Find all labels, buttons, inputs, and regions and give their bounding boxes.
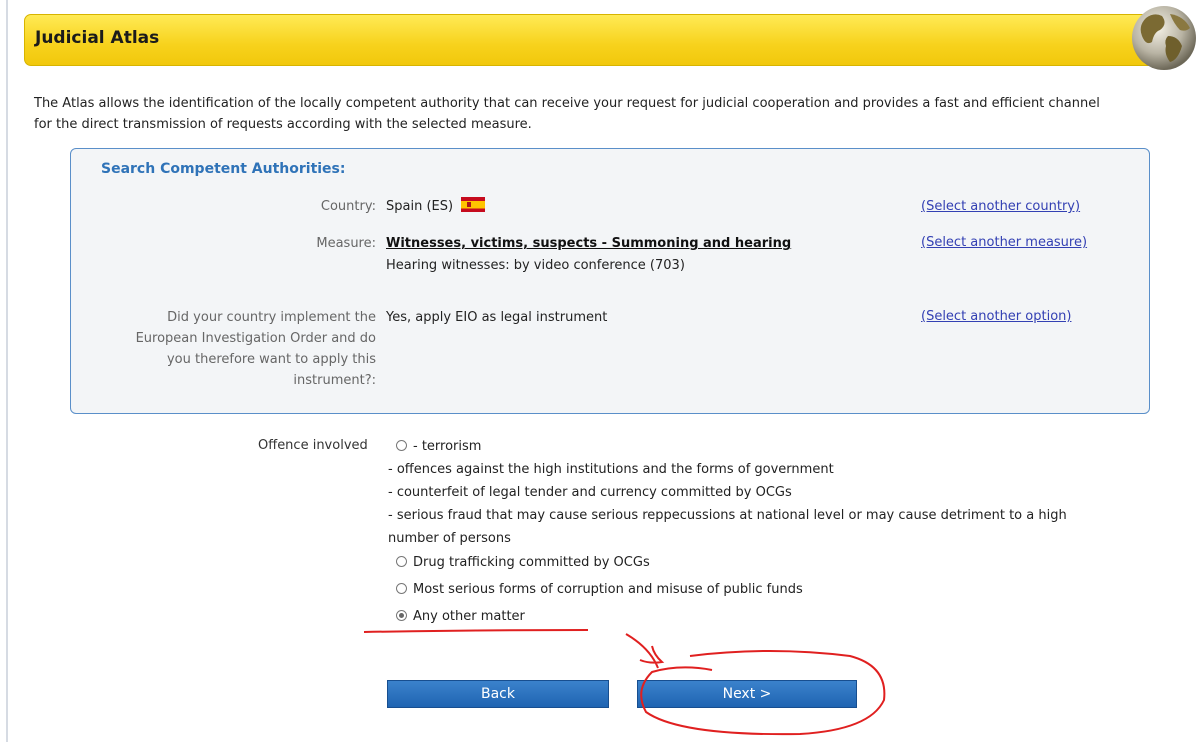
- offence-option-line: - serious fraud that may cause serious r…: [388, 508, 1067, 523]
- left-border: [6, 0, 8, 742]
- page-title: Judicial Atlas: [35, 28, 160, 48]
- globe-icon: [1132, 6, 1196, 70]
- select-measure-link[interactable]: (Select another measure): [921, 235, 1087, 250]
- offence-option-line: number of persons: [388, 531, 511, 546]
- radio-any-other-matter[interactable]: [396, 610, 407, 621]
- radio-terrorism[interactable]: [396, 440, 407, 451]
- offence-option-other[interactable]: Any other matter: [396, 605, 525, 628]
- spain-flag-icon: [461, 197, 486, 212]
- eio-value: Yes, apply EIO as legal instrument: [386, 310, 608, 325]
- radio-drug-trafficking[interactable]: [396, 556, 407, 567]
- intro-text: The Atlas allows the identification of t…: [34, 96, 1100, 132]
- select-option-link[interactable]: (Select another option): [921, 309, 1071, 324]
- select-country-link[interactable]: (Select another country): [921, 199, 1080, 214]
- offence-option-drug-trafficking[interactable]: Drug trafficking committed by OCGs: [396, 551, 650, 574]
- country-label: Country:: [320, 199, 376, 214]
- radio-corruption[interactable]: [396, 583, 407, 594]
- next-button[interactable]: Next >: [637, 680, 857, 708]
- search-panel: Search Competent Authorities: Country: S…: [70, 148, 1150, 414]
- country-value: Spain (ES): [386, 196, 486, 217]
- back-button[interactable]: Back: [387, 680, 609, 708]
- offence-option-terrorism[interactable]: - terrorism: [396, 435, 481, 458]
- offence-option-line: - counterfeit of legal tender and curren…: [388, 485, 792, 500]
- measure-value: Witnesses, victims, suspects - Summoning…: [386, 236, 792, 251]
- measure-sub: Hearing witnesses: by video conference (…: [386, 258, 685, 273]
- panel-title: Search Competent Authorities:: [101, 161, 346, 177]
- title-bar: Judicial Atlas: [24, 14, 1180, 66]
- offence-label: Offence involved: [258, 438, 368, 453]
- offence-option-corruption[interactable]: Most serious forms of corruption and mis…: [396, 578, 803, 601]
- eio-label: Did your country implement the European …: [135, 310, 376, 388]
- offence-option-line: - offences against the high institutions…: [388, 462, 834, 477]
- measure-label: Measure:: [316, 236, 376, 251]
